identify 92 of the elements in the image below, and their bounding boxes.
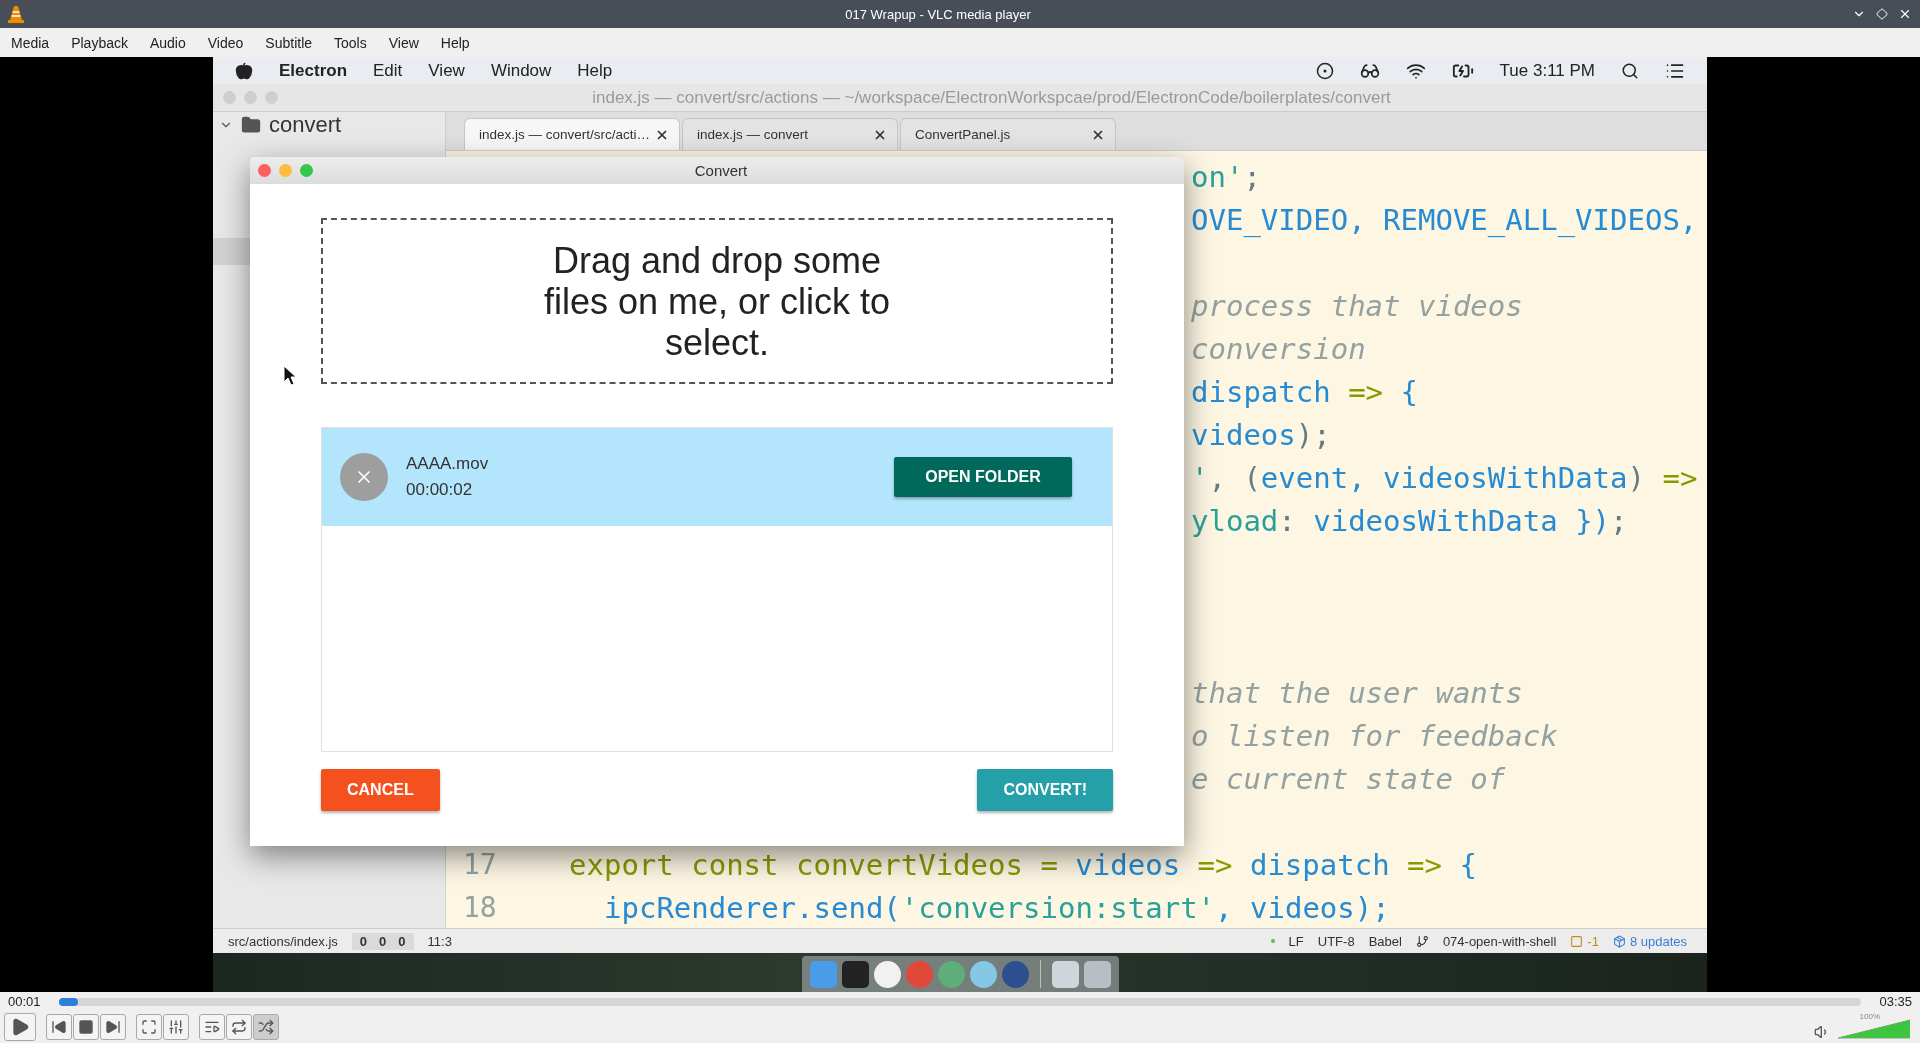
status-item[interactable]: LF xyxy=(1288,933,1304,949)
clock: Tue 3:11 PM xyxy=(1499,60,1595,81)
problem-count[interactable]: 0 xyxy=(398,933,406,949)
play-button[interactable] xyxy=(4,1013,36,1041)
code-line: conversion xyxy=(1191,331,1366,366)
tab-label: ConvertPanel.js xyxy=(915,127,1011,142)
menu-item[interactable]: View xyxy=(377,34,430,51)
line-number: 17 xyxy=(462,848,498,881)
menu-item[interactable]: Video xyxy=(196,34,255,51)
code-line: videos); xyxy=(1191,417,1331,452)
window-close-dot[interactable] xyxy=(258,164,271,177)
stop-button[interactable] xyxy=(73,1014,99,1040)
loop-button[interactable] xyxy=(226,1014,252,1040)
problem-count[interactable]: 0 xyxy=(359,933,368,949)
menu-item[interactable]: Edit xyxy=(373,60,403,81)
line-number: 18 xyxy=(462,891,498,924)
stop-icon xyxy=(78,1019,94,1035)
settings-button[interactable] xyxy=(163,1014,189,1040)
editor-title: index.js — convert/src/actions — ~/workspace/ElectronWorkspcae/prod/ElectronCode/boilerplates/convert xyxy=(591,87,1392,108)
app-menu[interactable]: Electron xyxy=(279,60,348,81)
drop-zone[interactable]: Drag and drop some files on me, or click to select. xyxy=(321,218,1113,384)
file-name: AAAA.mov xyxy=(406,454,490,474)
code-line: ipcRenderer.send('conversion:start', videos); xyxy=(604,890,1390,925)
menu-item[interactable]: Help xyxy=(429,34,481,51)
branch-icon xyxy=(1415,934,1429,948)
mouse-pointer-icon xyxy=(283,365,297,386)
menu-item[interactable]: Audio xyxy=(138,34,197,51)
code-line: export const convertVideos = videos => dispatch => { xyxy=(569,847,1477,882)
elapsed-time: 00:01 xyxy=(8,994,41,1009)
status-item[interactable]: UTF-8 xyxy=(1317,933,1355,949)
window-title: 017 Wrapup - VLC media player xyxy=(844,6,1032,22)
dock-app-icon[interactable] xyxy=(1051,960,1079,988)
menu-item[interactable]: View xyxy=(428,60,465,81)
search-icon[interactable] xyxy=(1621,61,1639,80)
menu-item[interactable]: Media xyxy=(0,34,61,51)
playlist-icon xyxy=(204,1019,220,1035)
editor-tab[interactable]: ConvertPanel.js xyxy=(900,118,1116,150)
maximize-icon[interactable] xyxy=(1876,8,1888,20)
total-time: 03:35 xyxy=(1879,994,1912,1009)
window-minimize-dot[interactable] xyxy=(279,164,292,177)
sliders-icon xyxy=(168,1019,184,1035)
play-icon xyxy=(10,1017,30,1037)
cursor-position[interactable]: 11:3 xyxy=(427,933,452,949)
tab-label: index.js — convert xyxy=(697,127,809,142)
loop-icon xyxy=(231,1019,247,1035)
status-dot-icon xyxy=(1270,939,1275,943)
code-line: process that videos xyxy=(1191,288,1523,323)
window-zoom-dot[interactable] xyxy=(300,164,313,177)
code-line: that the user wants xyxy=(1191,675,1523,710)
branch-name[interactable]: 074-open-with-shell xyxy=(1442,933,1557,949)
previous-button[interactable] xyxy=(46,1014,72,1040)
menu-item[interactable]: Help xyxy=(577,60,613,81)
fullscreen-button[interactable] xyxy=(136,1014,162,1040)
menu-item[interactable]: Window xyxy=(490,60,552,81)
code-line: on'; xyxy=(1191,159,1261,194)
volume-reading: 100% xyxy=(1859,1012,1880,1021)
close-icon[interactable] xyxy=(1898,7,1912,21)
fullscreen-icon xyxy=(141,1019,157,1035)
status-item[interactable]: Babel xyxy=(1368,933,1402,949)
record-icon[interactable] xyxy=(1315,61,1334,80)
square-icon xyxy=(1570,934,1584,948)
code-line: ', (event, videosWithData) => xyxy=(1191,460,1698,495)
code-line: o listen for feedback xyxy=(1191,718,1558,753)
folder-icon xyxy=(241,115,261,135)
code-line: yload: videosWithData }); xyxy=(1191,503,1628,538)
code-line: e current state of xyxy=(1191,761,1506,796)
updates-link[interactable]: 8 updates xyxy=(1629,933,1687,949)
previous-icon xyxy=(51,1019,67,1035)
dock-app-icon[interactable] xyxy=(841,960,869,988)
dock-app-icon[interactable] xyxy=(873,960,901,988)
next-button[interactable] xyxy=(100,1014,126,1040)
playlist-button[interactable] xyxy=(199,1014,225,1040)
shuffle-button[interactable] xyxy=(253,1014,279,1040)
menu-item[interactable]: Subtitle xyxy=(254,34,324,51)
code-line: dispatch => { xyxy=(1191,374,1418,409)
file-duration: 00:00:02 xyxy=(406,480,474,500)
tab-label: index.js — convert/src/acti… xyxy=(479,127,651,142)
apple-icon[interactable] xyxy=(235,61,253,80)
open-folder-button[interactable]: OPEN FOLDER xyxy=(894,457,1072,497)
dialog-title: Convert xyxy=(693,162,749,179)
tree-item[interactable]: convert xyxy=(269,112,342,138)
file-path[interactable]: src/actions/index.js xyxy=(228,933,338,949)
menu-item[interactable]: Tools xyxy=(323,34,378,51)
editor-tab[interactable]: index.js — convert xyxy=(682,118,898,150)
code-line: OVE_VIDEO, REMOVE_ALL_VIDEOS, xyxy=(1191,202,1698,237)
traffic-cone-icon xyxy=(8,5,24,23)
menu-item[interactable]: Playback xyxy=(60,34,139,51)
problem-count[interactable]: 0 xyxy=(379,933,387,949)
next-icon xyxy=(105,1019,121,1035)
shuffle-icon xyxy=(258,1019,274,1035)
package-icon xyxy=(1612,934,1626,948)
editor-tab[interactable]: index.js — convert/src/acti… xyxy=(464,118,680,150)
